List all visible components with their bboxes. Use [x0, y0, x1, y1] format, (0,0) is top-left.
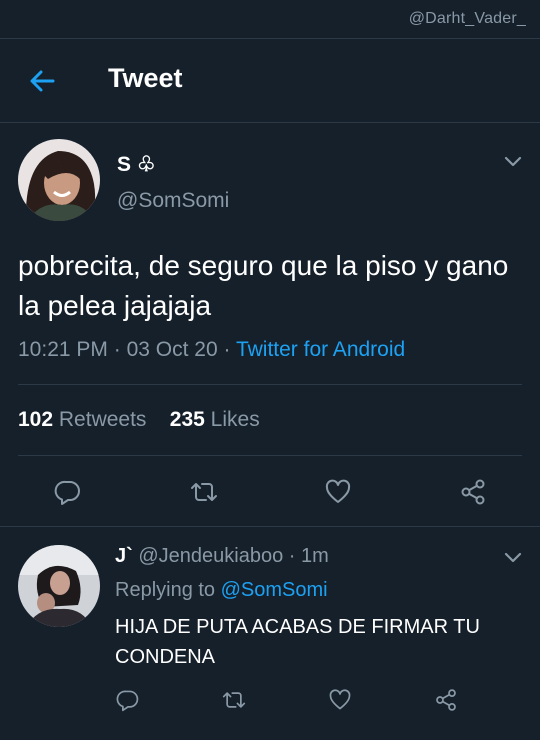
tweet-source-link[interactable]: Twitter for Android	[236, 338, 405, 361]
retweet-icon[interactable]	[189, 478, 219, 506]
avatar-image	[18, 545, 100, 627]
replying-label: Replying to	[115, 579, 216, 601]
like-icon[interactable]	[328, 688, 352, 712]
likes-label: Likes	[210, 408, 260, 431]
divider	[18, 455, 522, 456]
watermark: @Darht_Vader_	[408, 10, 526, 27]
tweet-meta: 10:21 PM · 03 Oct 20 · Twitter for Andro…	[18, 338, 405, 362]
meta-separator: ·	[288, 545, 296, 567]
reply-text: HIJA DE PUTA ACABAS DE FIRMAR TU CONDENA	[115, 616, 480, 668]
reply-icon[interactable]	[116, 688, 140, 712]
chevron-down-icon[interactable]	[503, 550, 523, 564]
reply-author-name[interactable]: J`	[115, 545, 133, 567]
avatar[interactable]	[18, 139, 100, 221]
meta-separator: ·	[223, 338, 231, 361]
retweet-icon[interactable]	[221, 688, 247, 712]
page-title: Tweet	[108, 63, 183, 93]
like-icon[interactable]	[324, 478, 352, 506]
divider	[18, 384, 522, 385]
retweets-stat[interactable]: 102 Retweets	[18, 408, 146, 431]
reply-icon[interactable]	[54, 478, 82, 506]
author-name[interactable]: S ♧	[117, 152, 156, 177]
chevron-down-icon[interactable]	[503, 154, 523, 168]
retweets-label: Retweets	[58, 408, 147, 431]
retweets-count: 102	[18, 408, 54, 431]
likes-count: 235	[169, 408, 205, 431]
header: Tweet	[0, 39, 540, 123]
meta-separator: ·	[113, 338, 121, 361]
divider	[0, 526, 540, 527]
reply-avatar[interactable]	[18, 545, 100, 627]
arrow-left-icon[interactable]	[26, 65, 58, 97]
reply-time: 1m	[301, 545, 329, 567]
likes-stat[interactable]: 235 Likes	[170, 408, 260, 431]
replying-to-mention[interactable]: @SomSomi	[221, 579, 328, 601]
avatar-image	[18, 139, 100, 221]
tweet-text: pobrecita, de seguro que la piso y gano …	[18, 250, 509, 321]
share-icon[interactable]	[459, 478, 487, 506]
share-icon[interactable]	[434, 688, 458, 712]
reply-header: J` @Jendeukiaboo · 1m	[115, 545, 329, 568]
author-handle[interactable]: @SomSomi	[117, 189, 229, 213]
reply-author-handle[interactable]: @Jendeukiaboo	[138, 545, 283, 567]
tweet-time: 10:21 PM	[18, 338, 108, 361]
tweet-date: 03 Oct 20	[126, 338, 218, 361]
tweet-stats: 102 Retweets 235 Likes	[18, 408, 260, 432]
replying-to: Replying to @SomSomi	[115, 579, 328, 602]
header-divider	[0, 122, 540, 123]
